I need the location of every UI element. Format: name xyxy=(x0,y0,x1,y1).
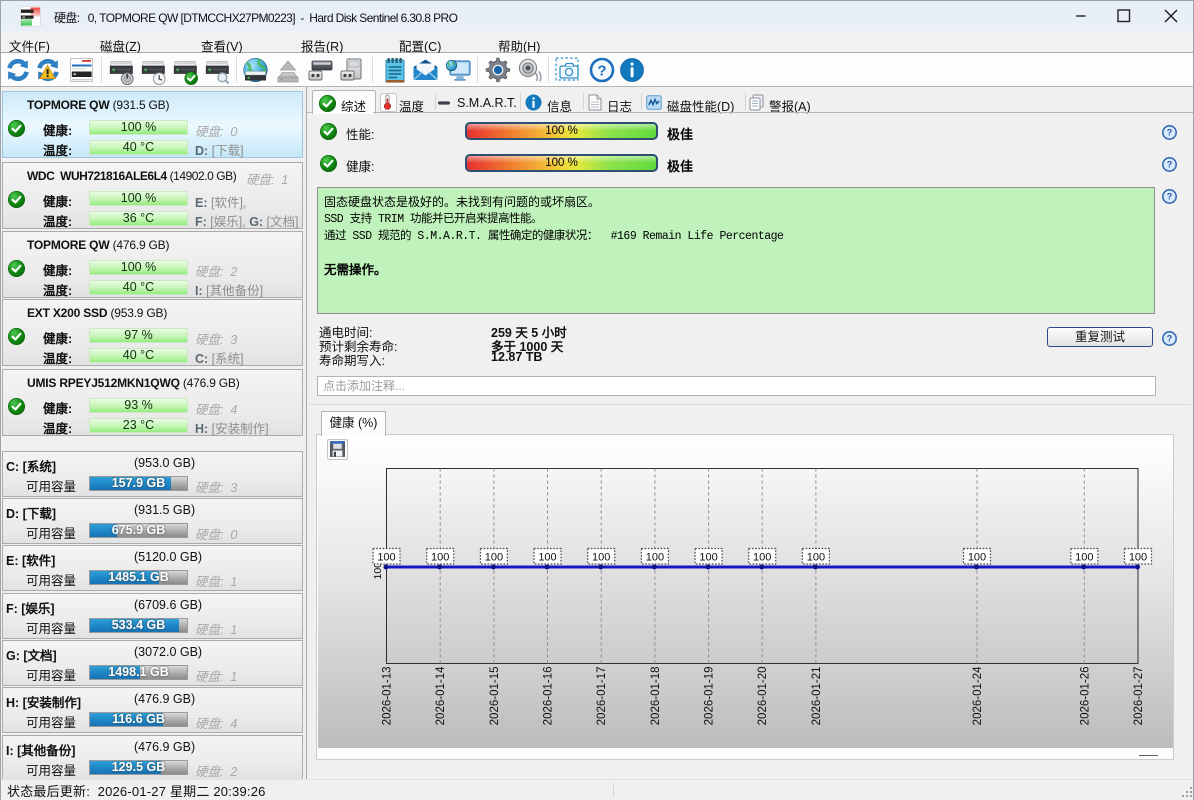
svg-text:2026-01-27: 2026-01-27 xyxy=(1133,667,1145,726)
svg-text:2026-01-16: 2026-01-16 xyxy=(543,667,555,726)
svg-text:?: ? xyxy=(1167,160,1172,170)
svg-text:2026-01-20: 2026-01-20 xyxy=(757,667,769,726)
svg-text:100: 100 xyxy=(377,552,395,564)
svg-text:100: 100 xyxy=(968,552,986,564)
svg-text:2026-01-17: 2026-01-17 xyxy=(596,667,608,726)
svg-text:2026-01-18: 2026-01-18 xyxy=(650,667,662,726)
svg-text:100: 100 xyxy=(538,552,556,564)
svg-text:2026-01-15: 2026-01-15 xyxy=(489,667,501,726)
svg-text:?: ? xyxy=(597,62,606,79)
svg-text:100: 100 xyxy=(646,552,664,564)
svg-text:2026-01-14: 2026-01-14 xyxy=(435,666,447,725)
svg-text:100: 100 xyxy=(485,552,503,564)
svg-text:100: 100 xyxy=(807,552,825,564)
svg-text:2026-01-26: 2026-01-26 xyxy=(1079,667,1091,726)
svg-text:100: 100 xyxy=(431,552,449,564)
svg-text:100: 100 xyxy=(753,552,771,564)
svg-text:2026-01-24: 2026-01-24 xyxy=(972,666,984,725)
svg-text:?: ? xyxy=(1167,334,1172,344)
svg-text:2026-01-19: 2026-01-19 xyxy=(704,667,716,726)
svg-text:100: 100 xyxy=(592,552,610,564)
svg-text:100: 100 xyxy=(699,552,717,564)
svg-text:2026-01-13: 2026-01-13 xyxy=(382,667,394,726)
svg-text:?: ? xyxy=(1167,192,1172,202)
svg-text:100: 100 xyxy=(1075,552,1093,564)
svg-text:2026-01-21: 2026-01-21 xyxy=(811,667,823,726)
svg-text:100: 100 xyxy=(1129,552,1147,564)
svg-text:?: ? xyxy=(1167,128,1172,138)
